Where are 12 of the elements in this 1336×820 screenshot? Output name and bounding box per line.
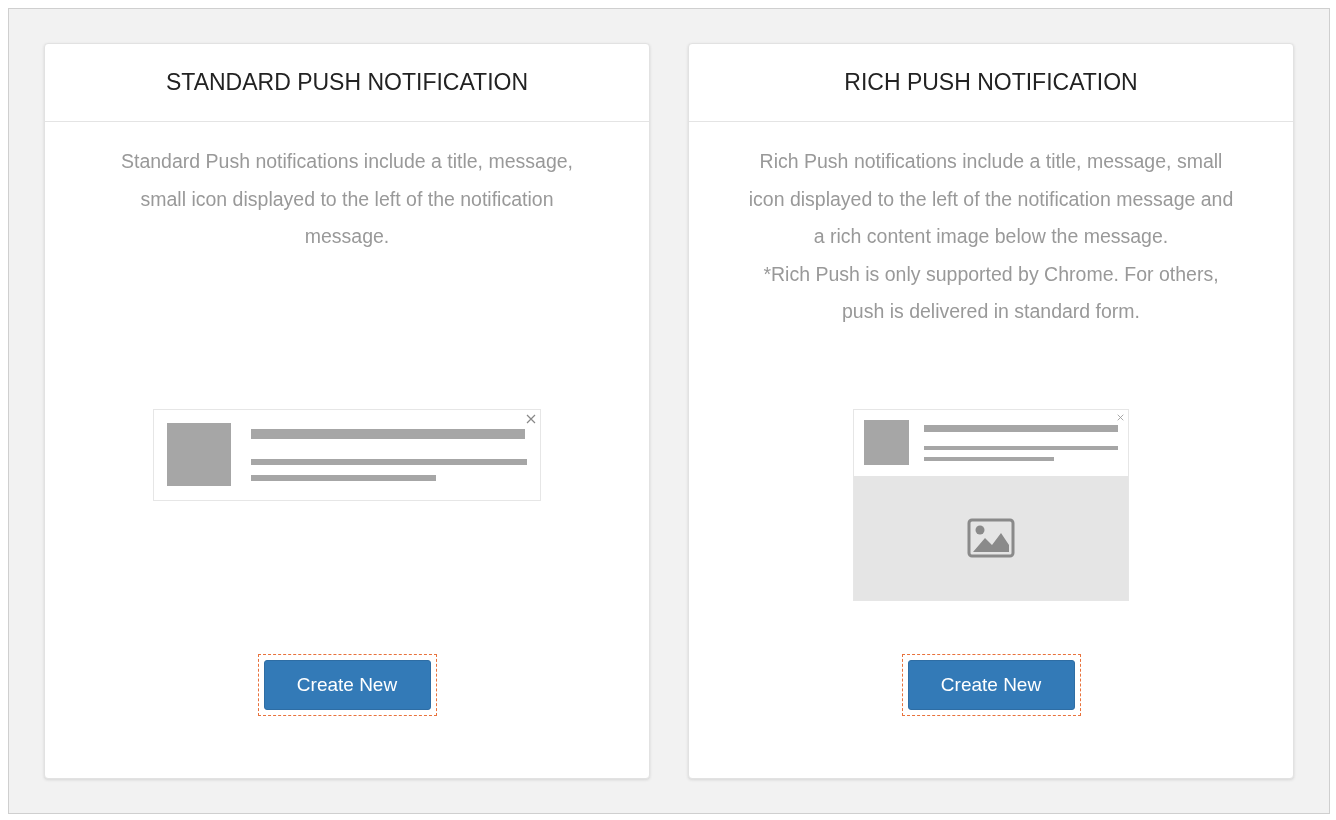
close-icon [526,413,536,424]
description-text: Rich Push notifications include a title, message, small icon displayed to the left of the notification message and a rich content image below the message. [747,149,1235,249]
icon-placeholder [167,423,231,487]
image-icon [967,517,1015,558]
description-text: *Rich Push is only supported by Chrome. For others, push is delivered in standard form. [762,261,1220,324]
card-title: STANDARD PUSH NOTIFICATION [165,69,529,96]
card-title: RICH PUSH NOTIFICATION [844,69,1138,96]
description-text: Standard Push notifications include a title, message, small icon displayed to the left of the notification message. [120,149,574,249]
close-icon [1117,413,1124,421]
create-new-button[interactable]: Create New [907,660,1075,710]
icon-placeholder [864,420,909,466]
create-new-button[interactable]: Create New [263,660,431,710]
